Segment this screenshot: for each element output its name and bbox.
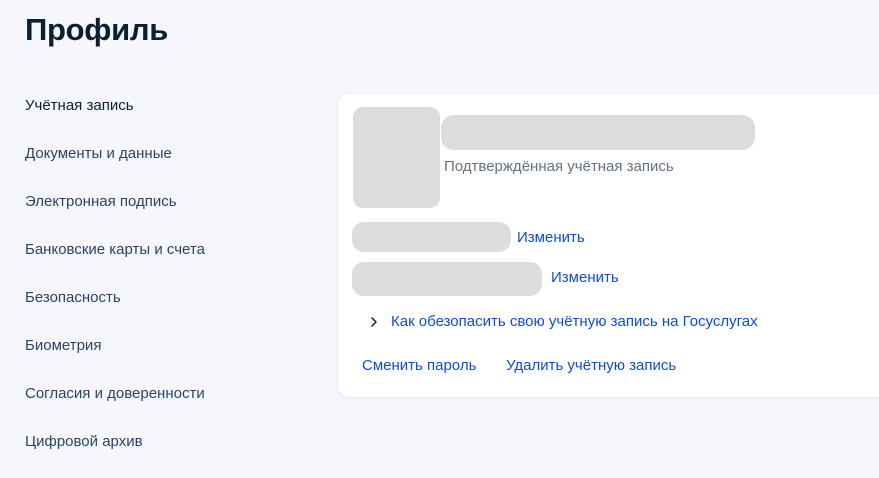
avatar-placeholder bbox=[353, 107, 440, 208]
sidebar-item-e-signature[interactable]: Электронная подпись bbox=[25, 190, 325, 238]
field-placeholder-2 bbox=[352, 262, 542, 296]
sidebar-item-consents[interactable]: Согласия и доверенности bbox=[25, 382, 325, 430]
sidebar-item-documents[interactable]: Документы и данные bbox=[25, 142, 325, 190]
page-title: Профиль bbox=[25, 12, 168, 47]
edit-button-2[interactable]: Изменить bbox=[551, 269, 619, 286]
delete-account-button[interactable]: Удалить учётную запись bbox=[506, 357, 676, 374]
sidebar-item-security[interactable]: Безопасность bbox=[25, 286, 325, 334]
chevron-right-icon bbox=[371, 316, 377, 327]
account-status: Подтверждённая учётная запись bbox=[444, 158, 674, 175]
name-placeholder bbox=[441, 115, 755, 150]
edit-button-1[interactable]: Изменить bbox=[517, 229, 585, 246]
sidebar-item-bank-cards[interactable]: Банковские карты и счета bbox=[25, 238, 325, 286]
account-card: Подтверждённая учётная запись Изменить И… bbox=[338, 94, 879, 397]
sidebar-item-biometrics[interactable]: Биометрия bbox=[25, 334, 325, 382]
sidebar-item-digital-archive[interactable]: Цифровой архив bbox=[25, 430, 325, 478]
field-placeholder-1 bbox=[352, 222, 511, 252]
security-tips-label: Как обезопасить свою учётную запись на Г… bbox=[391, 313, 758, 330]
security-tips-link[interactable]: Как обезопасить свою учётную запись на Г… bbox=[368, 313, 758, 330]
profile-sidebar: Учётная запись Документы и данные Электр… bbox=[25, 94, 325, 478]
sidebar-item-account[interactable]: Учётная запись bbox=[25, 94, 325, 142]
change-password-button[interactable]: Сменить пароль bbox=[362, 357, 476, 374]
